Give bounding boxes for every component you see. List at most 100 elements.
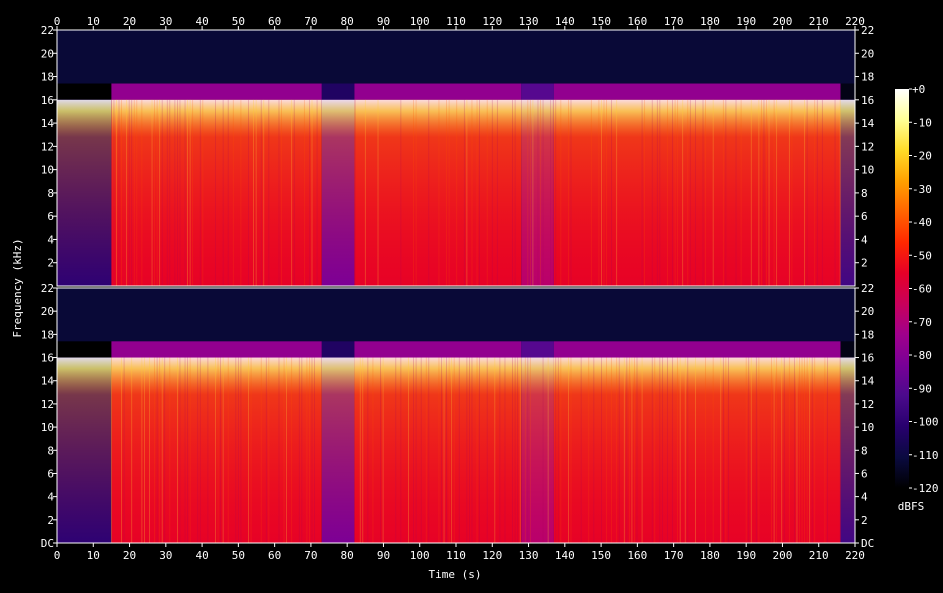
x-tick-label-bottom: 110	[446, 549, 466, 562]
segment-lowfreq-bottom-1	[111, 357, 322, 543]
y-axis-top-right: 22 20 18 16 14 12 10 8 6 4 2	[855, 24, 875, 270]
y-tick-label-right: 22	[861, 24, 874, 37]
y-tick-label-left: 14	[41, 375, 55, 388]
x-tick-label-bottom: 0	[54, 549, 61, 562]
segment-lowfreq-top-0	[57, 99, 112, 287]
segment-fringe-bottom-0	[57, 341, 112, 358]
y-tick-label-right: 18	[861, 328, 874, 341]
x-tick-label-top: 130	[519, 15, 539, 28]
colorbar-tick-label: -40	[912, 216, 932, 229]
x-tick-label-top: 150	[591, 15, 611, 28]
x-tick-label-top: 10	[87, 15, 100, 28]
y-axis-bottom-left: DC 2 4 6 8 10 12 14 16 18 20 22	[41, 282, 57, 550]
y-tick-label-left: 8	[47, 187, 54, 200]
y-tick-label-right: 22	[861, 282, 874, 295]
x-tick-label-top: 60	[268, 15, 281, 28]
x-tick-label-bottom: 10	[87, 549, 100, 562]
x-tick-label-bottom: 210	[809, 549, 829, 562]
y-tick-label-left: 22	[41, 24, 54, 37]
x-tick-label-top: 120	[482, 15, 502, 28]
y-tick-label-left: 8	[47, 444, 54, 457]
y-tick-label-left: 2	[47, 514, 54, 527]
y-tick-label-left: 18	[41, 328, 54, 341]
x-tick-label-top: 180	[700, 15, 720, 28]
x-tick-label-top: 190	[736, 15, 756, 28]
segment-lowfreq-top-1	[111, 99, 322, 287]
y-tick-label-right: DC	[861, 537, 874, 550]
y-tick-label-left: 20	[41, 305, 54, 318]
y-tick-label-left: 18	[41, 71, 54, 84]
spectrogram-figure: 0 10 20 30 40 50 60 70 80 90 100 110 120 130 140 150 160…	[11, 15, 939, 581]
y-tick-label-left: 4	[47, 233, 54, 246]
y-tick-label-right: 6	[861, 467, 868, 480]
segment-lowfreq-bottom-4	[521, 357, 554, 543]
y-tick-label-left: 6	[47, 467, 54, 480]
y-tick-label-left: 16	[41, 94, 54, 107]
colorbar-tick-label: -100	[912, 416, 939, 429]
y-tick-label-right: 16	[861, 352, 874, 365]
x-tick-label-bottom: 80	[341, 549, 354, 562]
y-tick-label-left: 12	[41, 140, 54, 153]
y-tick-label-right: 10	[861, 421, 874, 434]
segment-fringe-top-3	[354, 83, 522, 100]
x-tick-label-bottom: 160	[627, 549, 647, 562]
colorbar-tick-label: -10	[912, 116, 932, 129]
colorbar-tick-label: -110	[912, 449, 939, 462]
y-tick-label-left: 12	[41, 398, 54, 411]
y-tick-label-right: 4	[861, 491, 868, 504]
y-tick-label-left: 10	[41, 164, 54, 177]
y-tick-label-left: 10	[41, 421, 54, 434]
colorbar-label: dBFS	[898, 500, 925, 513]
y-tick-label-right: 20	[861, 47, 874, 60]
colorbar-tick-label: -70	[912, 316, 932, 329]
segment-fringe-top-0	[57, 83, 112, 100]
x-tick-label-top: 200	[773, 15, 793, 28]
segment-lowfreq-top-5	[553, 99, 841, 287]
x-tick-label-bottom: 40	[195, 549, 208, 562]
x-tick-label-top: 160	[627, 15, 647, 28]
y-tick-label-right: 20	[861, 305, 874, 318]
x-tick-label-bottom: 60	[268, 549, 281, 562]
colorbar-tick-label: -80	[912, 349, 932, 362]
segment-lowfreq-bottom-6	[840, 357, 855, 543]
x-tick-label-bottom: 50	[232, 549, 245, 562]
x-tick-label-bottom: 140	[555, 549, 575, 562]
y-tick-label-right: 14	[861, 117, 875, 130]
colorbar-tick-label: -20	[912, 150, 932, 163]
colorbar-ticks: +0 -10 -20 -30 -40 -50 -60 -70 -80 -90 -100 -110 -12…	[909, 83, 939, 495]
y-tick-label-right: 8	[861, 187, 868, 200]
x-tick-label-top: 140	[555, 15, 575, 28]
segment-fringe-bottom-4	[521, 341, 554, 358]
segment-fringe-top-5	[553, 83, 841, 100]
y-tick-label-right: 4	[861, 233, 868, 246]
colorbar-tick-label: -50	[912, 249, 932, 262]
segment-fringe-bottom-3	[354, 341, 522, 358]
y-axis-label: Frequency (kHz)	[11, 238, 24, 337]
colorbar-tick-label: -60	[912, 283, 932, 296]
x-tick-label-bottom: 130	[519, 549, 539, 562]
x-tick-label-bottom: 20	[123, 549, 136, 562]
y-axis-top-left: 22 20 18 16 14 12 10 8 6 4 2	[41, 24, 57, 270]
y-tick-label-right: 6	[861, 210, 868, 223]
segment-fringe-bottom-6	[840, 341, 855, 358]
x-tick-label-top: 170	[664, 15, 684, 28]
x-tick-label-top: 70	[304, 15, 317, 28]
y-tick-label-right: 2	[861, 514, 868, 527]
x-tick-label-bottom: 150	[591, 549, 611, 562]
x-tick-label-top: 20	[123, 15, 136, 28]
x-tick-label-bottom: 190	[736, 549, 756, 562]
y-tick-label-left: 2	[47, 257, 54, 270]
x-tick-label-top: 0	[54, 15, 61, 28]
y-tick-label-right: 16	[861, 94, 874, 107]
segment-fringe-bottom-1	[111, 341, 322, 358]
x-tick-label-top: 30	[159, 15, 172, 28]
segment-fringe-top-1	[111, 83, 322, 100]
x-tick-label-bottom: 70	[304, 549, 317, 562]
y-tick-label-left: DC	[41, 537, 54, 550]
y-tick-label-left: 14	[41, 117, 55, 130]
colorbar-tick-label: -30	[912, 183, 932, 196]
y-tick-label-right: 2	[861, 257, 868, 270]
x-tick-label-bottom: 220	[845, 549, 865, 562]
spectrogram-panel-top	[57, 30, 855, 287]
x-tick-label-bottom: 180	[700, 549, 720, 562]
